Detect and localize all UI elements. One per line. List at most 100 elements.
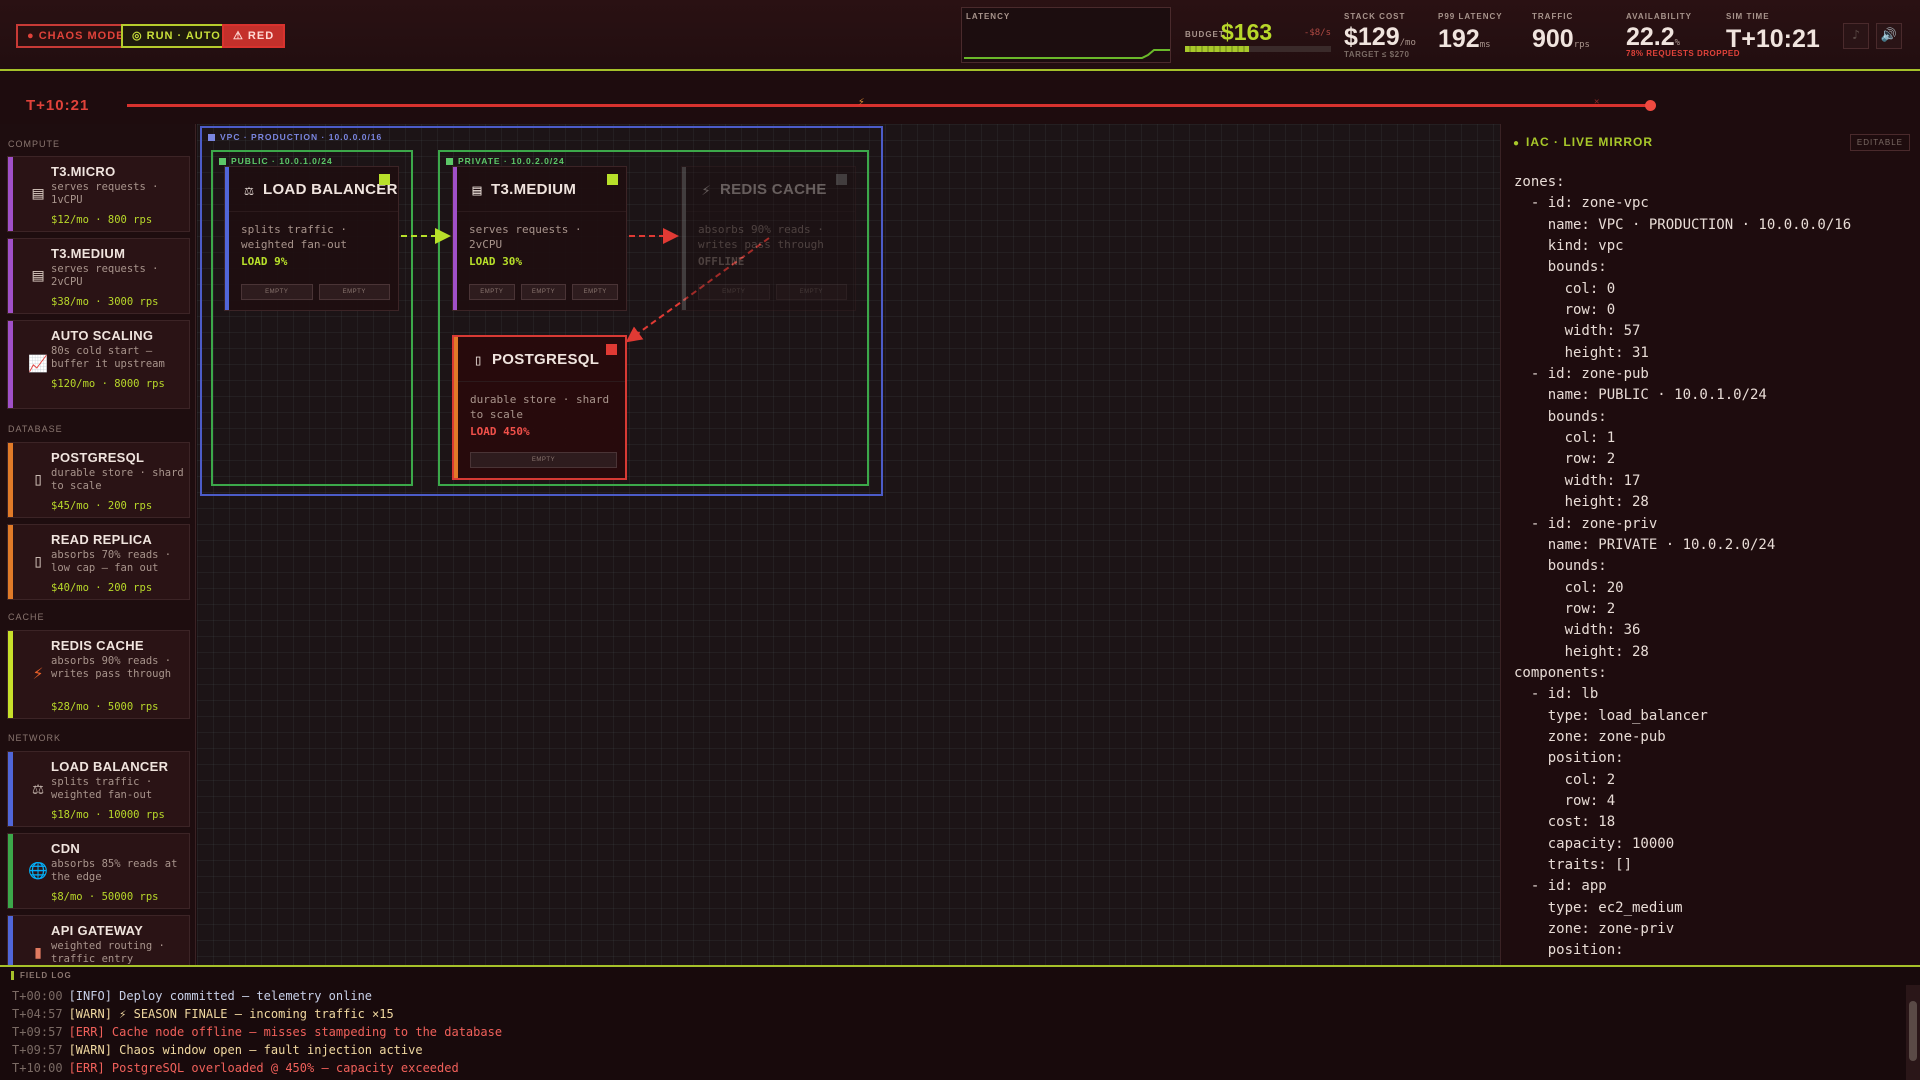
component-load-balancer[interactable]: ⚖ LOAD BALANCER splits traffic · weighte…	[224, 166, 399, 311]
log-time: T+09:57	[12, 1043, 63, 1057]
palette-item-postgresql[interactable]: ▯ POSTGRESQL durable store · shard to sc…	[7, 442, 190, 518]
palette-stripe	[8, 157, 13, 231]
scales-icon: ⚖	[244, 181, 254, 199]
budget-bar	[1185, 46, 1331, 52]
trait-slot[interactable]: EMPTY	[775, 284, 847, 300]
component-desc: serves requests · 2vCPU	[469, 223, 582, 251]
scales-icon: ⚖	[32, 778, 44, 799]
database-icon: ▯	[32, 551, 44, 572]
chart-up-icon: 📈	[28, 354, 48, 373]
log-line: T+09:57 [WARN] Chaos window open — fault …	[12, 1043, 423, 1057]
log-text: [ERR] PostgreSQL overloaded @ 450% — cap…	[68, 1061, 459, 1075]
palette-item-read-replica[interactable]: ▯ READ REPLICA absorbs 70% reads · low c…	[7, 524, 190, 600]
gateway-icon: ▮	[32, 942, 44, 963]
trait-slot[interactable]: EMPTY	[572, 284, 619, 300]
trait-slot[interactable]: EMPTY	[318, 284, 390, 300]
palette-item-redis-cache[interactable]: ⚡ REDIS CACHE absorbs 90% reads · writes…	[7, 630, 190, 719]
architecture-canvas[interactable]: VPC · PRODUCTION · 10.0.0.0/16 PUBLIC · …	[197, 124, 1500, 965]
palette-item-auto-scaling[interactable]: 📈 AUTO SCALING 80s cold start — buffer i…	[7, 320, 190, 409]
p99-unit: ms	[1479, 40, 1491, 50]
category-cache: CACHE	[8, 612, 45, 622]
palette-item-title: API GATEWAY	[51, 923, 144, 938]
component-load: LOAD 30%	[469, 255, 522, 268]
palette-item-t3-micro[interactable]: ▤ T3.MICRO serves requests · 1vCPU $12/m…	[7, 156, 190, 232]
trait-slot[interactable]: EMPTY	[470, 452, 617, 468]
component-title: POSTGRESQL	[492, 351, 600, 368]
log-time: T+10:00	[12, 1061, 63, 1075]
requests-dropped: 78% REQUESTS DROPPED	[1626, 49, 1741, 58]
trait-slot[interactable]: EMPTY	[241, 284, 313, 300]
palette-item-price: $38/mo · 3000 rps	[51, 296, 159, 308]
run-auto-button[interactable]: ◎ RUN · AUTO	[121, 24, 232, 48]
log-line: T+00:00 [INFO] Deploy committed — telemet…	[12, 989, 372, 1003]
timeline: T+10:21 ⚡ ✕	[0, 73, 1920, 124]
traffic-value: 900	[1532, 25, 1574, 53]
component-load: LOAD 450%	[470, 425, 530, 438]
p99-latency-stat: P99 LATENCY 192ms	[1438, 12, 1503, 54]
red-alert-button[interactable]: ⚠ RED	[222, 24, 286, 48]
palette-item-desc: 80s cold start — buffer it upstream	[51, 345, 165, 370]
component-palette: COMPUTE ▤ T3.MICRO serves requests · 1vC…	[0, 124, 196, 965]
palette-item-cdn[interactable]: 🌐 CDN absorbs 85% reads at the edge $8/m…	[7, 833, 190, 909]
log-time: T+00:00	[12, 989, 63, 1003]
palette-item-title: T3.MEDIUM	[51, 246, 126, 261]
budget-value: $163	[1221, 19, 1273, 45]
component-title: REDIS CACHE	[720, 181, 827, 198]
palette-stripe	[8, 443, 13, 517]
timeline-playhead[interactable]	[1645, 100, 1656, 111]
component-redis-cache[interactable]: ⚡ REDIS CACHE absorbs 90% reads · writes…	[681, 166, 856, 311]
palette-item-title: READ REPLICA	[51, 532, 153, 547]
component-title: LOAD BALANCER	[263, 181, 398, 198]
timeline-track[interactable]	[127, 104, 1651, 107]
status-indicator	[836, 174, 847, 185]
budget-burn-rate: -$8/s	[1303, 28, 1331, 38]
log-time: T+09:57	[12, 1025, 63, 1039]
status-indicator	[379, 174, 390, 185]
lightning-icon: ⚡	[701, 181, 711, 199]
budget-meter: BUDGET $163 -$8/s	[1185, 16, 1333, 56]
top-bar: ● CHAOS MODE ◎ RUN · AUTO ⚠ RED LATENCY …	[0, 0, 1920, 71]
palette-item-t3-medium[interactable]: ▤ T3.MEDIUM serves requests · 2vCPU $38/…	[7, 238, 190, 314]
field-log: FIELD LOG T+00:00 [INFO] Deploy committed…	[0, 965, 1920, 1080]
palette-item-title: POSTGRESQL	[51, 450, 145, 465]
palette-item-desc: serves requests · 1vCPU	[51, 181, 159, 206]
log-scrollbar-thumb[interactable]	[1909, 1001, 1917, 1061]
editable-toggle-button[interactable]: EDITABLE	[1849, 134, 1910, 151]
music-toggle-icon[interactable]: ♪	[1843, 23, 1869, 49]
palette-item-desc: absorbs 70% reads · low cap — fan out	[51, 549, 172, 574]
sound-toggle-icon[interactable]: 🔊	[1876, 23, 1902, 49]
iac-panel-title: IAC · LIVE MIRROR	[1513, 135, 1653, 149]
palette-item-desc: absorbs 90% reads · writes pass through	[51, 655, 172, 680]
component-load: LOAD 9%	[241, 255, 288, 268]
log-text: [INFO] Deploy committed — telemetry onli…	[68, 989, 373, 1003]
log-scrollbar[interactable]	[1906, 985, 1920, 1080]
palette-item-load-balancer[interactable]: ⚖ LOAD BALANCER splits traffic · weighte…	[7, 751, 190, 827]
p99-label: P99 LATENCY	[1438, 12, 1503, 21]
palette-item-price: $45/mo · 200 rps	[51, 500, 153, 512]
palette-item-title: LOAD BALANCER	[51, 759, 169, 774]
component-postgresql[interactable]: ▯ POSTGRESQL durable store · shard to sc…	[452, 335, 627, 480]
stack-cost-stat: STACK COST $129/mo TARGET ≤ $270	[1344, 12, 1416, 59]
palette-item-api-gateway[interactable]: ▮ API GATEWAY weighted routing · traffic…	[7, 915, 190, 965]
log-line: T+09:57 [ERR] Cache node offline — misses…	[12, 1025, 502, 1039]
log-text: [ERR] Cache node offline — misses stampe…	[68, 1025, 503, 1039]
trait-slot[interactable]: EMPTY	[469, 284, 515, 300]
chaos-mode-button[interactable]: ● CHAOS MODE	[16, 24, 136, 48]
log-text: [WARN] ⚡ SEASON FINALE — incoming traffi…	[68, 1007, 394, 1021]
traffic-label: TRAFFIC	[1532, 12, 1574, 21]
category-network: NETWORK	[8, 733, 61, 743]
database-icon: ▯	[473, 351, 483, 369]
timeline-time: T+10:21	[26, 97, 90, 114]
field-log-title: FIELD LOG	[11, 971, 72, 980]
component-t3-medium[interactable]: ▤ T3.MEDIUM serves requests · 2vCPU LOAD…	[452, 166, 627, 311]
component-desc: absorbs 90% reads · writes pass through	[698, 223, 824, 251]
log-text: [WARN] Chaos window open — fault injecti…	[68, 1043, 423, 1057]
palette-item-title: AUTO SCALING	[51, 328, 154, 343]
palette-stripe	[8, 321, 13, 408]
palette-item-price: $18/mo · 10000 rps	[51, 809, 165, 821]
palette-stripe	[8, 239, 13, 313]
log-line: T+04:57 [WARN] ⚡ SEASON FINALE — incoming…	[12, 1007, 394, 1021]
trait-slot[interactable]: EMPTY	[520, 284, 567, 300]
trait-slot[interactable]: EMPTY	[698, 284, 770, 300]
iac-code-editor[interactable]: zones: - id: zone-vpc name: VPC · PRODUC…	[1514, 172, 1851, 962]
